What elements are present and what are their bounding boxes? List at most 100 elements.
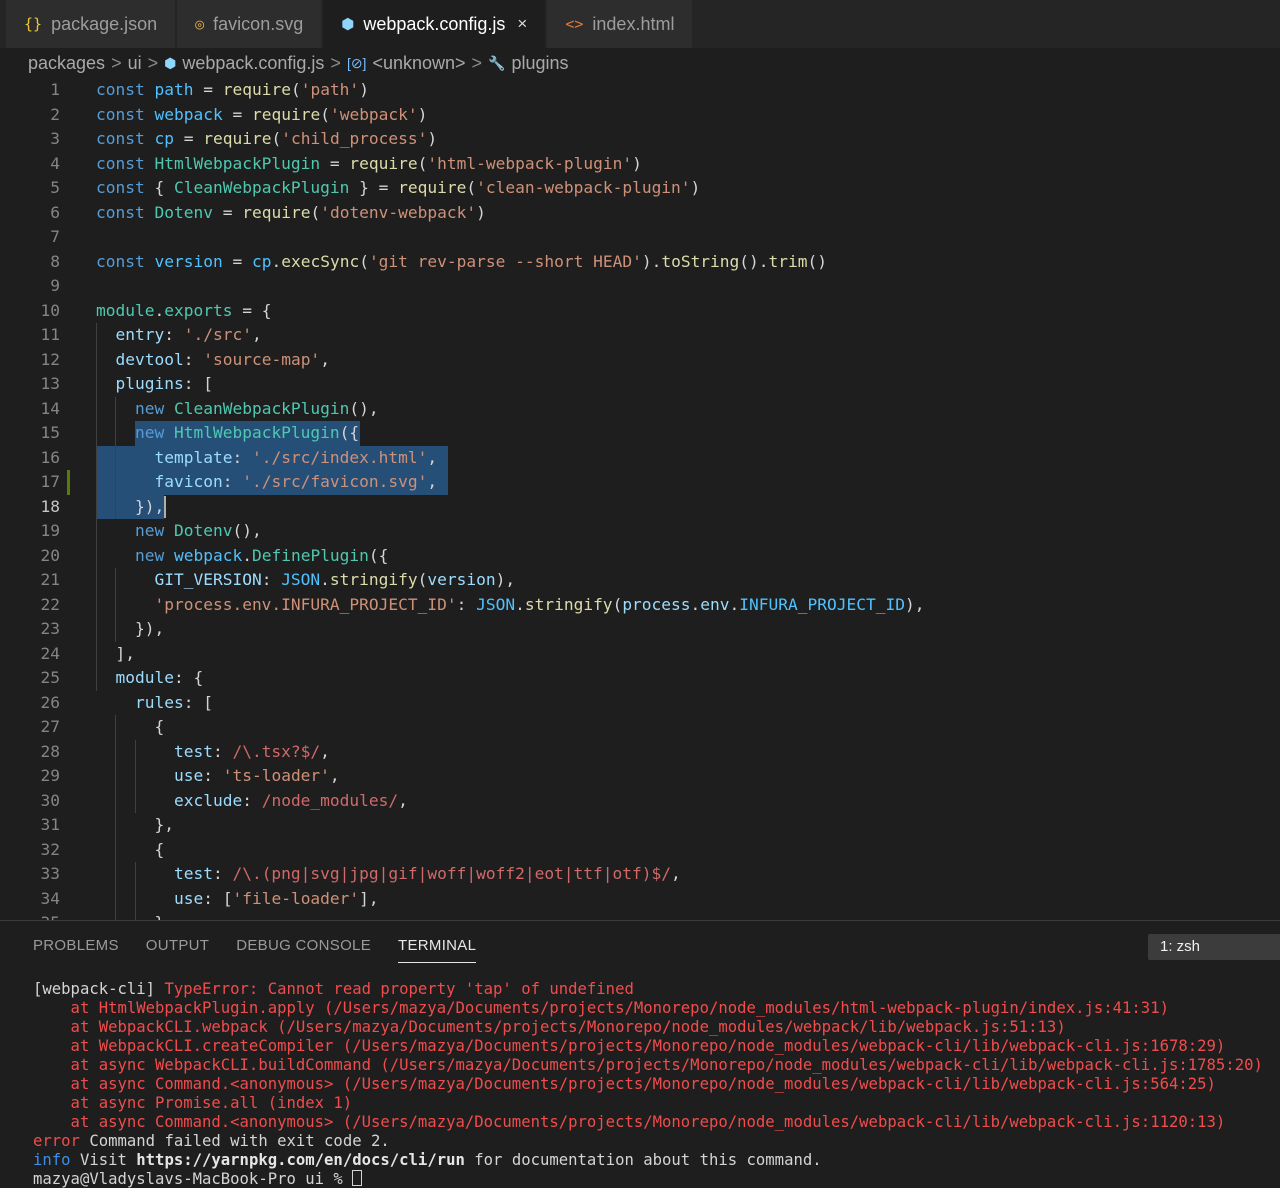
code-token: exports: [164, 300, 233, 320]
code-line[interactable]: 21 GIT_VERSION: JSON.stringify(version),: [0, 568, 1280, 593]
code-text: const cp = require('child_process'): [96, 127, 437, 152]
terminal-text: error: [33, 1132, 80, 1150]
code-line[interactable]: 19 new Dotenv(),: [0, 519, 1280, 544]
code-line[interactable]: 9: [0, 274, 1280, 299]
tab-debug-console[interactable]: DEBUG CONSOLE: [236, 937, 371, 963]
tab-problems[interactable]: PROBLEMS: [33, 937, 119, 963]
code-line[interactable]: 25 module: {: [0, 666, 1280, 691]
code-line[interactable]: 18 }),: [0, 495, 1280, 520]
code-line[interactable]: 22 'process.env.INFURA_PROJECT_ID': JSON…: [0, 593, 1280, 618]
code-token: webpack: [173, 545, 243, 565]
code-text: exclude: /node_modules/,: [96, 789, 408, 814]
line-number: 15: [40, 423, 61, 442]
code-token: new: [134, 545, 165, 565]
code-line[interactable]: 15 new HtmlWebpackPlugin({: [0, 421, 1280, 446]
code-text: const Dotenv = require('dotenv-webpack'): [96, 201, 486, 226]
code-token: .: [154, 300, 165, 320]
code-token: new: [134, 521, 165, 540]
terminal-text: TypeError: Cannot read property 'tap' of…: [164, 980, 634, 998]
breadcrumb-file[interactable]: webpack.config.js: [182, 53, 324, 74]
code-editor[interactable]: 1 const path = require('path') 2 const webp…: [0, 78, 1280, 920]
breadcrumb-unknown[interactable]: <unknown>: [372, 53, 465, 74]
code-token: : [: [183, 374, 213, 393]
code-token: :: [212, 864, 233, 883]
code-line[interactable]: 24 ],: [0, 642, 1280, 667]
code-line[interactable]: 6 const Dotenv = require('dotenv-webpack'…: [0, 201, 1280, 226]
code-text: devtool: 'source-map',: [96, 348, 330, 373]
code-line[interactable]: 2 const webpack = require('webpack'): [0, 103, 1280, 128]
code-token: new: [134, 398, 165, 418]
code-line[interactable]: 30 exclude: /node_modules/,: [0, 789, 1280, 814]
code-token: ({: [339, 423, 360, 442]
code-token: ): [359, 80, 369, 99]
code-token: },: [96, 913, 174, 920]
code-line[interactable]: 10 module.exports = {: [0, 299, 1280, 324]
code-token: ,: [427, 447, 438, 467]
tab-favicon-svg[interactable]: ◎ favicon.svg: [177, 0, 322, 48]
code-token: const: [96, 178, 145, 197]
code-line[interactable]: 1 const path = require('path'): [0, 78, 1280, 103]
code-line[interactable]: 7: [0, 225, 1280, 250]
code-token: ().: [739, 251, 769, 271]
code-line[interactable]: 35 },: [0, 911, 1280, 920]
tab-webpack-config-js[interactable]: ⬢ webpack.config.js ×: [323, 0, 546, 48]
code-text: favicon: './src/favicon.svg',: [96, 470, 437, 495]
code-text: }),: [96, 495, 164, 520]
code-line[interactable]: 17 favicon: './src/favicon.svg',: [0, 470, 1280, 495]
code-token: =: [173, 129, 204, 148]
code-line[interactable]: 16 template: './src/index.html',: [0, 446, 1280, 471]
line-number: 17: [40, 472, 61, 491]
tab-terminal[interactable]: TERMINAL: [398, 937, 477, 963]
code-token: :: [203, 766, 223, 785]
breadcrumb-packages[interactable]: packages: [28, 53, 105, 74]
code-line[interactable]: 32 {: [0, 838, 1280, 863]
chevron-right-icon: >: [111, 52, 122, 73]
code-token: } =: [349, 178, 399, 197]
code-text: template: './src/index.html',: [96, 446, 437, 471]
code-line[interactable]: 33 test: /\.(png|svg|jpg|gif|woff|woff2|…: [0, 862, 1280, 887]
code-token: (: [466, 178, 477, 197]
close-tab-icon[interactable]: ×: [517, 14, 527, 34]
code-line[interactable]: 28 test: /\.tsx?$/,: [0, 740, 1280, 765]
code-token: ,: [320, 741, 330, 761]
code-line[interactable]: 34 use: ['file-loader'],: [0, 887, 1280, 912]
code-line[interactable]: 8 const version = cp.execSync('git rev-pa…: [0, 250, 1280, 275]
code-text: const HtmlWebpackPlugin = require('html-…: [96, 152, 642, 177]
code-line[interactable]: 23 }),: [0, 617, 1280, 642]
terminal-select[interactable]: 1: zsh: [1148, 934, 1280, 960]
terminal-line: info Visit https://yarnpkg.com/en/docs/c…: [33, 1151, 1263, 1170]
breadcrumb-plugins[interactable]: plugins: [511, 53, 568, 74]
code-line[interactable]: 11 entry: './src',: [0, 323, 1280, 348]
code-line[interactable]: 29 use: 'ts-loader',: [0, 764, 1280, 789]
tab-label: package.json: [51, 13, 158, 34]
code-line[interactable]: 13 plugins: [: [0, 372, 1280, 397]
code-token: =: [320, 153, 350, 173]
code-token: 'html-webpack-plugin': [427, 153, 633, 173]
code-line[interactable]: 26 rules: [: [0, 691, 1280, 716]
code-line[interactable]: 31 },: [0, 813, 1280, 838]
line-number: 8: [50, 251, 60, 271]
code-token: ,: [329, 766, 340, 785]
code-line[interactable]: 27 {: [0, 715, 1280, 740]
terminal-output[interactable]: [webpack-cli] TypeError: Cannot read pro…: [33, 980, 1263, 1188]
code-token: =: [222, 104, 252, 124]
code-line[interactable]: 5 const { CleanWebpackPlugin } = require(…: [0, 176, 1280, 201]
tab-package-json[interactable]: {} package.json: [6, 0, 176, 48]
code-line[interactable]: 12 devtool: 'source-map',: [0, 348, 1280, 373]
chevron-right-icon: >: [471, 52, 483, 73]
code-text: new HtmlWebpackPlugin({: [96, 421, 359, 446]
code-line[interactable]: 3 const cp = require('child_process'): [0, 127, 1280, 152]
line-number: 14: [40, 398, 61, 418]
tab-index-html[interactable]: <> index.html: [547, 0, 693, 48]
code-line[interactable]: 4 const HtmlWebpackPlugin = require('html…: [0, 152, 1280, 177]
code-token: },: [96, 815, 174, 834]
breadcrumb-ui[interactable]: ui: [128, 53, 142, 74]
code-line[interactable]: 20 new webpack.DefinePlugin({: [0, 544, 1280, 569]
code-token: CleanWebpackPlugin: [173, 178, 350, 197]
code-line[interactable]: 14 new CleanWebpackPlugin(),: [0, 397, 1280, 422]
terminal-text: mazya@Vladyslavs-MacBook-Pro ui %: [33, 1170, 353, 1188]
code-text: module.exports = {: [96, 299, 271, 324]
line-number: 3: [50, 129, 60, 148]
tab-output[interactable]: OUTPUT: [146, 937, 209, 963]
